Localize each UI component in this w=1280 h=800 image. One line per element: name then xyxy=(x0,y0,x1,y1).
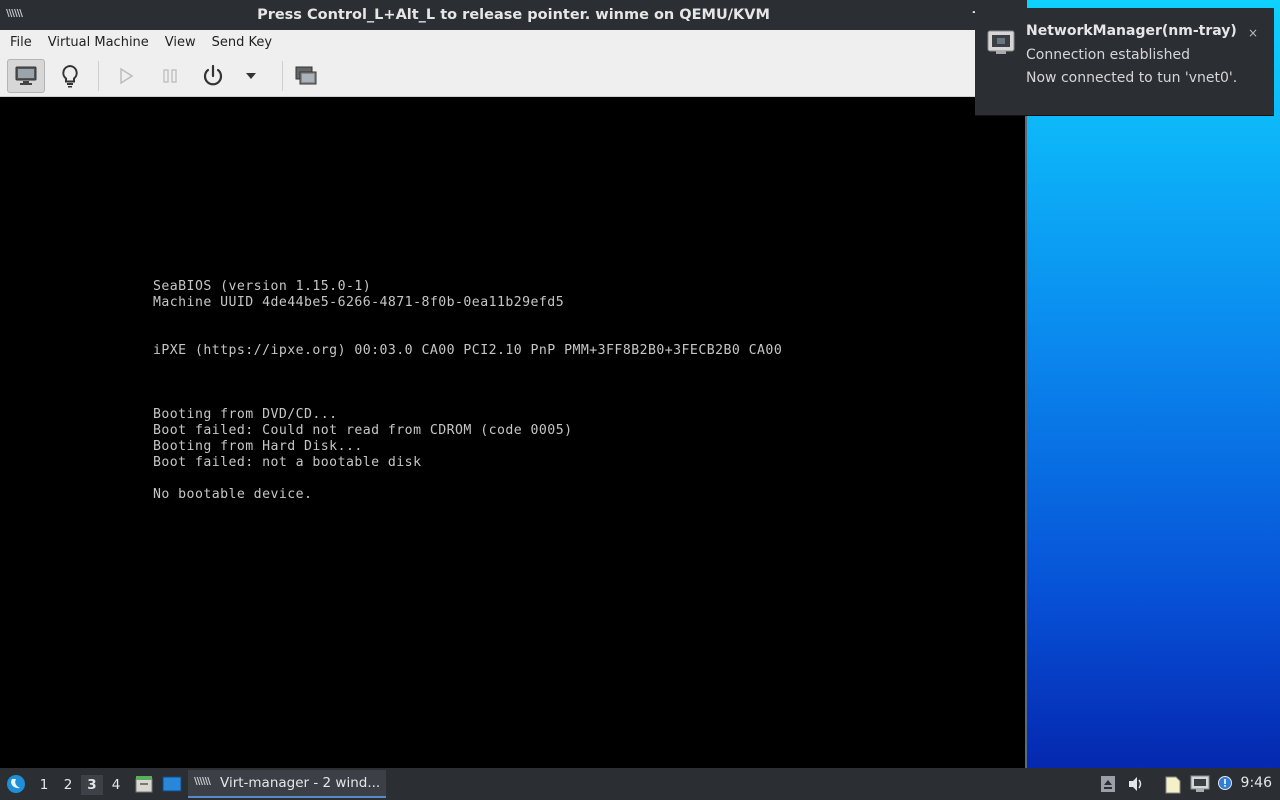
menu-file[interactable]: File xyxy=(2,35,40,50)
task-label: Virt-manager - 2 wind... xyxy=(220,775,381,791)
tray-network-button[interactable] xyxy=(1190,774,1210,794)
show-desktop-button[interactable] xyxy=(162,774,182,794)
toolbar-separator xyxy=(282,61,283,91)
ipxe-line: iPXE (https://ipxe.org) 00:03.0 CA00 PCI… xyxy=(153,343,783,358)
tray-clipboard-button[interactable] xyxy=(1163,774,1183,794)
boot-hdd-failed-line: Boot failed: not a bootable disk xyxy=(153,455,422,470)
network-wired-icon xyxy=(1190,775,1210,792)
details-lightbulb-icon xyxy=(62,64,78,88)
boot-dvd-failed-line: Boot failed: Could not read from CDROM (… xyxy=(153,423,573,438)
info-notification-icon xyxy=(1218,776,1232,790)
power-menu-chevron-icon xyxy=(246,73,256,79)
run-button[interactable] xyxy=(107,59,145,93)
lxqt-menu-icon xyxy=(7,775,25,793)
taskbar: 1 2 3 4 \\\\\\ Virt-manager - 2 wind... xyxy=(0,768,1280,800)
toolbar xyxy=(0,55,1027,97)
show-desktop-icon xyxy=(162,776,182,792)
window-title: Press Control_L+Alt_L to release pointer… xyxy=(257,7,770,23)
boot-hdd-line: Booting from Hard Disk... xyxy=(153,439,363,454)
notification-title: NetworkManager(nm-tray) xyxy=(1026,23,1237,39)
taskbar-task-virt-manager[interactable]: \\\\\\ Virt-manager - 2 wind... xyxy=(188,770,386,798)
menu-view[interactable]: View xyxy=(157,35,204,50)
tray-volume-button[interactable] xyxy=(1126,774,1146,794)
menu-virtual-machine[interactable]: Virtual Machine xyxy=(40,35,157,50)
clipboard-icon xyxy=(1165,776,1181,794)
toolbar-separator xyxy=(98,61,99,91)
console-view-icon xyxy=(15,66,37,85)
fullscreen-button[interactable] xyxy=(287,59,325,93)
network-wired-icon xyxy=(987,30,1015,54)
pause-icon xyxy=(163,69,177,83)
start-menu-button[interactable] xyxy=(5,773,27,795)
virt-manager-icon: \\\\\\ xyxy=(6,8,23,19)
vm-window: \\\\\\ Press Control_L+Alt_L to release … xyxy=(0,0,1027,768)
virt-manager-icon: \\\\\\ xyxy=(194,776,211,787)
tray-updates-button[interactable] xyxy=(1215,774,1235,794)
file-manager-icon xyxy=(135,776,153,793)
machine-uuid-line: Machine UUID 4de44be5-6266-4871-8f0b-0ea… xyxy=(153,295,565,310)
fullscreen-screens-icon xyxy=(295,66,317,85)
vm-console-display[interactable]: SeaBIOS (version 1.15.0-1) Machine UUID … xyxy=(2,97,1025,768)
network-notification[interactable]: NetworkManager(nm-tray) Connection estab… xyxy=(975,8,1274,116)
file-manager-launcher[interactable] xyxy=(134,774,154,794)
notification-line-2: Now connected to tun 'vnet0'. xyxy=(1026,70,1238,86)
details-button[interactable] xyxy=(51,59,89,93)
volume-icon xyxy=(1129,777,1142,791)
run-play-icon xyxy=(120,67,134,85)
clock[interactable]: 9:46 xyxy=(1241,775,1272,791)
close-icon[interactable]: × xyxy=(1248,26,1258,40)
workspace-4[interactable]: 4 xyxy=(105,775,127,795)
power-icon xyxy=(203,64,223,86)
boot-dvd-line: Booting from DVD/CD... xyxy=(153,407,338,422)
pause-button[interactable] xyxy=(151,59,189,93)
power-menu-button[interactable] xyxy=(233,59,269,93)
workspace-1[interactable]: 1 xyxy=(33,775,55,795)
notification-line-1: Connection established xyxy=(1026,47,1190,63)
eject-icon xyxy=(1101,776,1115,792)
tray-eject-button[interactable] xyxy=(1098,774,1118,794)
power-button[interactable] xyxy=(194,59,232,93)
window-titlebar[interactable]: \\\\\\ Press Control_L+Alt_L to release … xyxy=(0,0,1027,30)
workspace-3[interactable]: 3 xyxy=(81,775,103,795)
menu-send-key[interactable]: Send Key xyxy=(204,35,280,50)
menubar: File Virtual Machine View Send Key xyxy=(0,30,1027,55)
workspace-2[interactable]: 2 xyxy=(57,775,79,795)
no-bootable-device-line: No bootable device. xyxy=(153,487,313,502)
bios-version-line: SeaBIOS (version 1.15.0-1) xyxy=(153,279,372,294)
console-view-button[interactable] xyxy=(7,59,45,93)
